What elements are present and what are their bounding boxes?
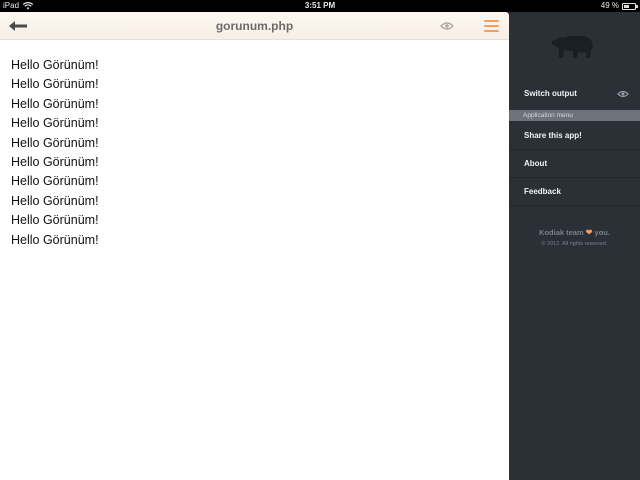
sidebar-item-share[interactable]: Share this app! <box>509 122 640 150</box>
battery-percent: 49 % <box>600 1 619 10</box>
output-line: Hello Görünüm! <box>11 174 99 189</box>
credits-suffix: you. <box>594 228 610 237</box>
switch-output-label: Switch output <box>524 89 577 98</box>
top-bar: gorunum.php <box>0 12 509 40</box>
eye-icon <box>617 90 629 98</box>
application-menu-header: Application menu <box>509 110 640 121</box>
status-bar: iPad 3:51 PM 49 % <box>0 0 640 12</box>
file-title: gorunum.php <box>215 19 294 33</box>
output-line: Hello Görünüm! <box>11 116 99 131</box>
sidebar-item-label: Feedback <box>524 187 561 196</box>
sidebar: Switch output Application menu Share thi… <box>509 12 640 480</box>
credits-prefix: Kodiak team <box>539 228 584 237</box>
sidebar-item-about[interactable]: About <box>509 150 640 178</box>
output-line: Hello Görünüm! <box>11 213 99 228</box>
copyright: © 2012. All rights reserved. <box>541 241 608 247</box>
credits: Kodiak team ❤ you. <box>509 228 640 237</box>
eye-icon[interactable] <box>440 20 454 32</box>
status-time: 3:51 PM <box>304 1 336 10</box>
battery-icon <box>622 2 638 10</box>
output-line: Hello Görünüm! <box>11 96 99 111</box>
sidebar-item-label: Share this app! <box>524 131 582 140</box>
sidebar-item-label: About <box>524 159 548 168</box>
output-line: Hello Görünüm! <box>11 232 99 247</box>
bear-logo-icon <box>551 35 593 58</box>
output-line: Hello Görünüm! <box>11 58 99 72</box>
sidebar-item-feedback[interactable]: Feedback <box>509 178 640 206</box>
output-line: Hello Görünüm! <box>11 154 99 169</box>
output-area: Hello Görünüm! Hello Görünüm! Hello Görü… <box>11 56 99 250</box>
output-line: Hello Görünüm! <box>11 193 99 208</box>
main-panel: gorunum.php Hello Görünüm! Hello Görünüm… <box>0 12 509 480</box>
status-right: 49 % <box>600 0 638 12</box>
output-line: Hello Görünüm! <box>11 77 99 92</box>
switch-output-button[interactable]: Switch output <box>509 80 640 108</box>
output-line: Hello Görünüm! <box>11 135 99 150</box>
heart-icon: ❤ <box>585 228 593 237</box>
menu-icon[interactable] <box>484 20 499 32</box>
